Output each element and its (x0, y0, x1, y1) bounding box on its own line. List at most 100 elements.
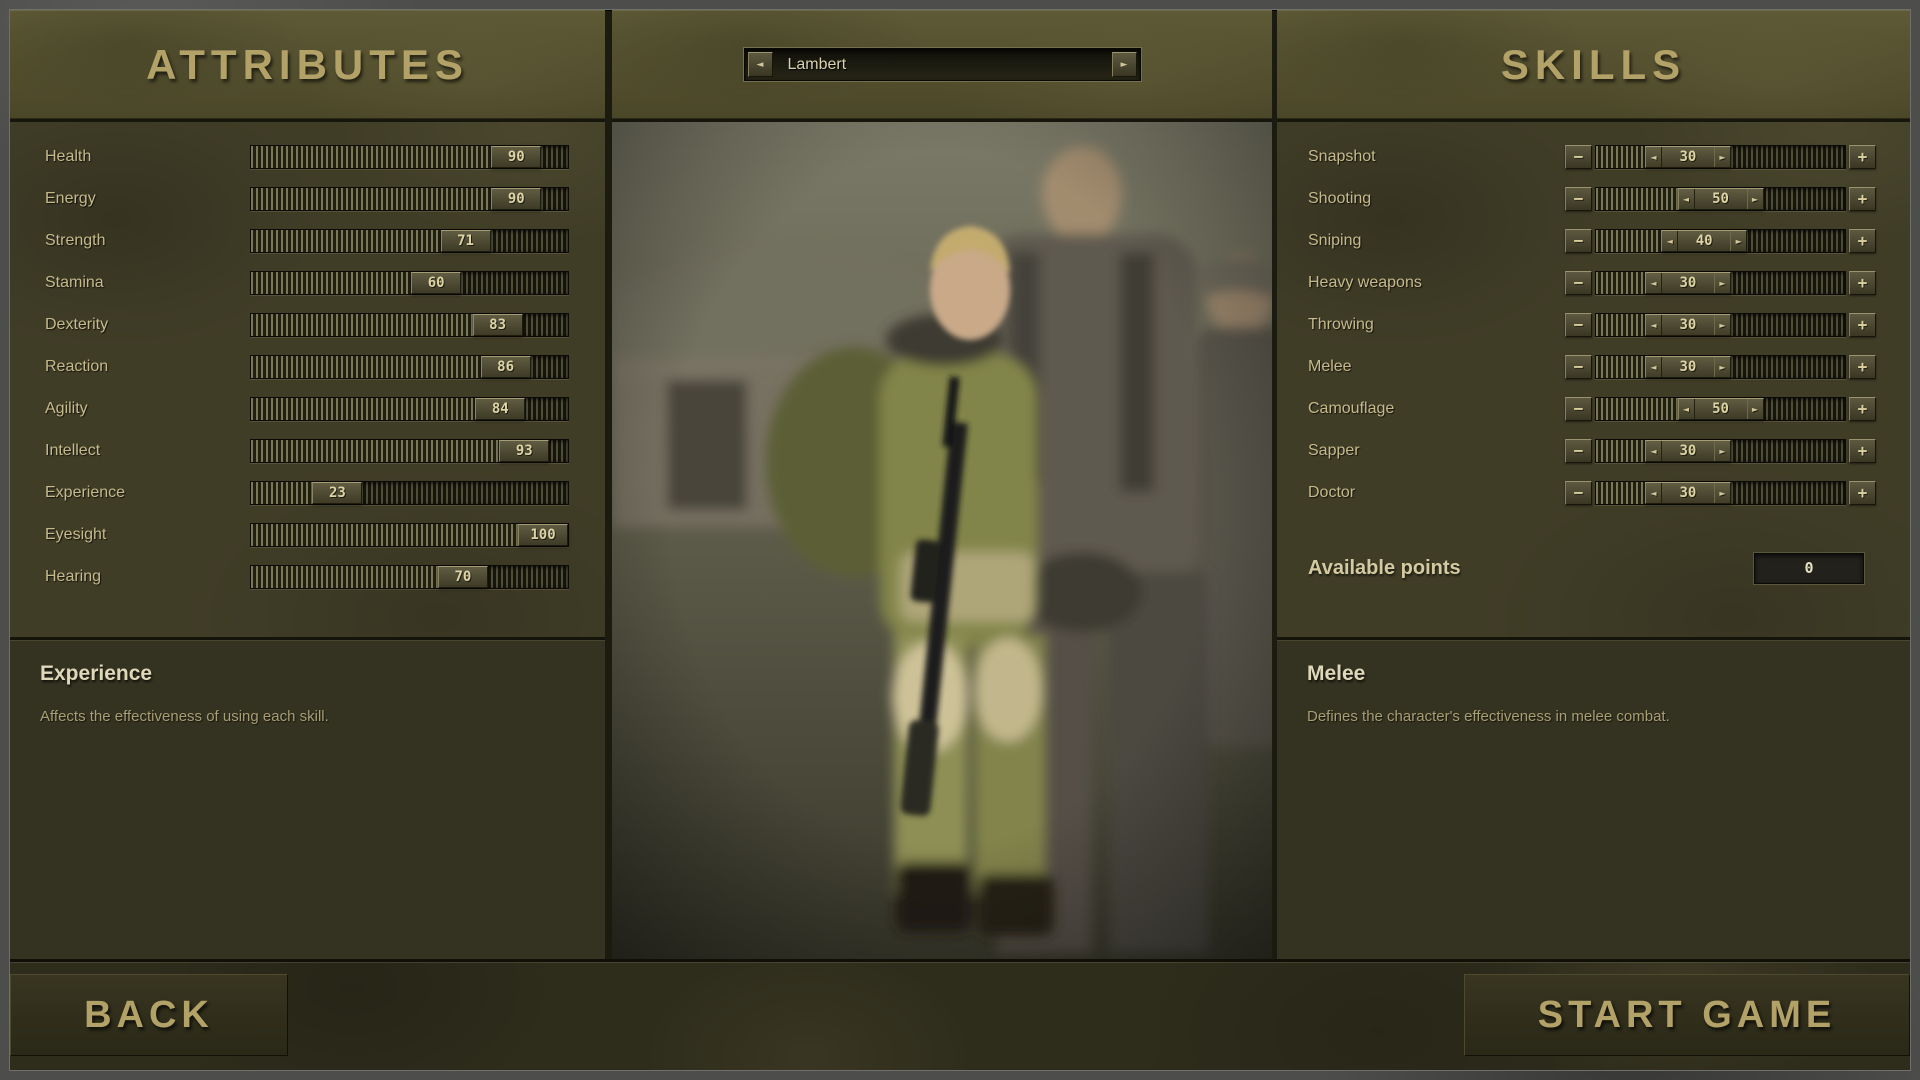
attribute-value-box[interactable]: 70 (437, 566, 488, 588)
skill-value-box[interactable]: ◄ 30 ► (1644, 440, 1731, 462)
attribute-value-box[interactable]: 23 (312, 482, 363, 504)
skill-value-box[interactable]: ◄ 30 ► (1644, 272, 1731, 294)
skill-decrease-button[interactable]: − (1565, 313, 1592, 337)
skill-increase-button[interactable]: + (1849, 481, 1876, 505)
skill-increase-button[interactable]: + (1849, 271, 1876, 295)
attribute-track[interactable]: 71 (250, 229, 569, 253)
minus-icon: − (1573, 189, 1584, 208)
skills-list: Snapshot − ◄ 30 ► + Shooting − ◄ 50 ► + … (1277, 136, 1910, 514)
skill-decrease-button[interactable]: − (1565, 355, 1592, 379)
attribute-track[interactable]: 93 (250, 439, 569, 463)
skill-left-arrow[interactable]: ◄ (1662, 231, 1679, 251)
skill-left-arrow[interactable]: ◄ (1678, 189, 1695, 209)
left-arrow-icon: ◄ (756, 59, 764, 70)
available-points-label: Available points (1308, 556, 1461, 579)
skill-track[interactable]: ◄ 50 ► (1595, 397, 1846, 421)
skill-value-box[interactable]: ◄ 30 ► (1644, 356, 1731, 378)
skill-value: 50 (1712, 401, 1729, 417)
attribute-track[interactable]: 84 (250, 397, 569, 421)
skill-label: Camouflage (1308, 400, 1395, 417)
skill-track[interactable]: ◄ 30 ► (1595, 355, 1846, 379)
skill-value-box[interactable]: ◄ 30 ► (1644, 482, 1731, 504)
attribute-track-fill (251, 314, 498, 336)
minus-icon: − (1573, 231, 1584, 250)
skill-decrease-button[interactable]: − (1565, 439, 1592, 463)
attribute-value-box[interactable]: 100 (518, 524, 568, 546)
skill-track[interactable]: ◄ 40 ► (1595, 229, 1846, 253)
attribute-track[interactable]: 23 (250, 481, 569, 505)
skill-increase-button[interactable]: + (1849, 355, 1876, 379)
skill-decrease-button[interactable]: − (1565, 187, 1592, 211)
attribute-value-box[interactable]: 93 (499, 440, 550, 462)
skill-decrease-button[interactable]: − (1565, 397, 1592, 421)
skill-right-arrow[interactable]: ► (1713, 147, 1730, 167)
character-panel: ◄ Lambert ► (612, 10, 1272, 959)
prev-character-button[interactable]: ◄ (747, 52, 773, 77)
skill-track[interactable]: ◄ 30 ► (1595, 313, 1846, 337)
attribute-track[interactable]: 90 (250, 187, 569, 211)
skill-right-arrow[interactable]: ► (1713, 357, 1730, 377)
skill-value: 30 (1679, 485, 1697, 501)
skill-left-arrow[interactable]: ◄ (1645, 357, 1662, 377)
skill-value-box[interactable]: ◄ 30 ► (1644, 146, 1731, 168)
skill-right-arrow[interactable]: ► (1713, 273, 1730, 293)
skill-left-arrow[interactable]: ◄ (1645, 315, 1662, 335)
attribute-value-box[interactable]: 83 (472, 314, 523, 336)
skill-increase-button[interactable]: + (1849, 229, 1876, 253)
skill-right-arrow[interactable]: ► (1713, 315, 1730, 335)
attribute-value-box[interactable]: 71 (440, 230, 491, 252)
start-game-button[interactable]: START GAME (1464, 974, 1910, 1056)
skill-right-arrow[interactable]: ► (1730, 231, 1747, 251)
attribute-value-box[interactable]: 90 (491, 146, 542, 168)
skill-left-arrow[interactable]: ◄ (1645, 273, 1662, 293)
skill-track[interactable]: ◄ 30 ► (1595, 481, 1846, 505)
attribute-track[interactable]: 70 (250, 565, 569, 589)
skill-track[interactable]: ◄ 50 ► (1595, 187, 1846, 211)
attribute-value-box[interactable]: 60 (411, 272, 462, 294)
skill-increase-button[interactable]: + (1849, 439, 1876, 463)
skill-right-arrow[interactable]: ► (1713, 441, 1730, 461)
attribute-value-box[interactable]: 86 (480, 356, 531, 378)
skill-left-arrow[interactable]: ◄ (1678, 399, 1695, 419)
skill-right-arrow[interactable]: ► (1746, 189, 1763, 209)
skill-info-title: Melee (1307, 662, 1366, 685)
attribute-row: Health 90 (10, 136, 605, 178)
attribute-track[interactable]: 83 (250, 313, 569, 337)
skill-track[interactable]: ◄ 30 ► (1595, 439, 1846, 463)
skill-right-arrow[interactable]: ► (1746, 399, 1763, 419)
plus-icon: + (1857, 441, 1868, 460)
back-button[interactable]: BACK (10, 974, 288, 1056)
attribute-value-box[interactable]: 84 (475, 398, 526, 420)
skill-track[interactable]: ◄ 30 ► (1595, 271, 1846, 295)
skill-value-box[interactable]: ◄ 50 ► (1677, 188, 1764, 210)
skill-decrease-button[interactable]: − (1565, 271, 1592, 295)
skill-value-box[interactable]: ◄ 40 ► (1661, 230, 1748, 252)
skill-increase-button[interactable]: + (1849, 145, 1876, 169)
next-character-button[interactable]: ► (1111, 52, 1137, 77)
skill-label: Melee (1308, 358, 1352, 375)
skill-track[interactable]: ◄ 30 ► (1595, 145, 1846, 169)
skill-increase-button[interactable]: + (1849, 187, 1876, 211)
skill-left-arrow[interactable]: ◄ (1645, 483, 1662, 503)
attribute-track[interactable]: 100 (250, 523, 569, 547)
skill-label: Sapper (1308, 442, 1360, 459)
skill-value-box[interactable]: ◄ 30 ► (1644, 314, 1731, 336)
skill-decrease-button[interactable]: − (1565, 145, 1592, 169)
skill-left-arrow[interactable]: ◄ (1645, 441, 1662, 461)
skill-decrease-button[interactable]: − (1565, 481, 1592, 505)
skill-right-arrow[interactable]: ► (1713, 483, 1730, 503)
skill-increase-button[interactable]: + (1849, 397, 1876, 421)
skill-left-arrow[interactable]: ◄ (1645, 147, 1662, 167)
skill-decrease-button[interactable]: − (1565, 229, 1592, 253)
attribute-track[interactable]: 86 (250, 355, 569, 379)
window-frame: ATTRIBUTES Health 90 Energy 90 Strength … (0, 0, 1920, 1080)
skill-info: Melee Defines the character's effectiven… (1277, 637, 1910, 959)
attribute-value-box[interactable]: 90 (491, 188, 542, 210)
skill-value: 40 (1695, 233, 1713, 249)
attribute-track[interactable]: 90 (250, 145, 569, 169)
skill-value-box[interactable]: ◄ 50 ► (1677, 398, 1764, 420)
skill-row: Doctor − ◄ 30 ► + (1277, 472, 1910, 514)
skill-increase-button[interactable]: + (1849, 313, 1876, 337)
skill-row: Shooting − ◄ 50 ► + (1277, 178, 1910, 220)
attribute-track[interactable]: 60 (250, 271, 569, 295)
